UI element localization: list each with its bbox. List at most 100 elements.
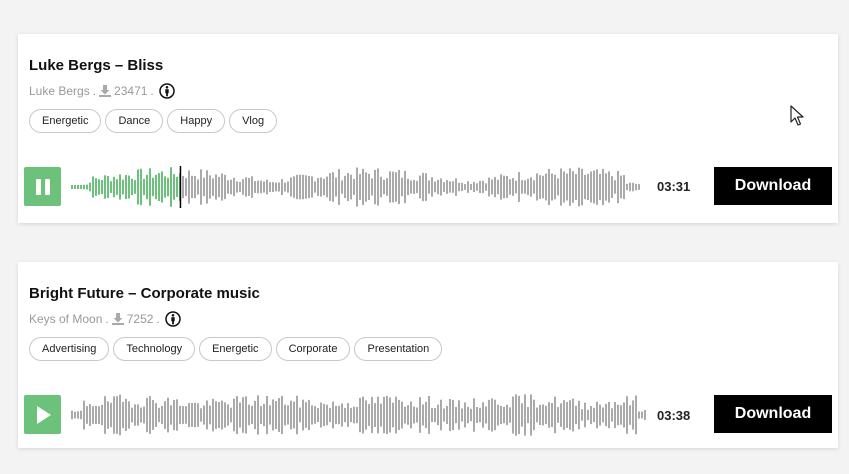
waveform-bar: [536, 173, 538, 201]
waveform-bar: [467, 406, 469, 424]
waveform-bar: [296, 174, 298, 200]
waveform-bar: [407, 178, 409, 196]
waveform-bar: [530, 177, 532, 197]
waveform-bar: [263, 403, 265, 427]
waveform-bar: [416, 407, 418, 423]
waveform-bar: [122, 401, 124, 429]
waveform-bar: [542, 404, 544, 426]
waveform-bar: [191, 403, 193, 427]
waveform-bar: [401, 177, 403, 197]
waveform-bar: [377, 168, 379, 206]
waveform-bar: [518, 172, 520, 202]
waveform-bar: [605, 173, 607, 201]
waveform-bar: [212, 398, 214, 432]
waveform-bar: [215, 174, 217, 200]
waveform-bar: [506, 404, 508, 426]
waveform-bar: [209, 175, 211, 199]
tag-list: Energetic Dance Happy Vlog: [29, 109, 278, 133]
waveform-bar: [632, 182, 634, 192]
download-button[interactable]: Download: [714, 395, 832, 433]
waveform-bar: [233, 398, 235, 432]
waveform-bar: [107, 176, 109, 198]
waveform-bar: [626, 396, 628, 434]
waveform-bar: [611, 408, 613, 422]
waveform-bar: [377, 396, 379, 434]
waveform-bar: [275, 182, 277, 192]
tag-chip[interactable]: Vlog: [229, 109, 278, 133]
artist-name[interactable]: Keys of Moon: [29, 312, 102, 326]
waveform-bar: [353, 179, 355, 195]
waveform-bar: [365, 400, 367, 430]
waveform-bar: [311, 405, 313, 425]
tag-chip[interactable]: Energetic: [199, 337, 272, 361]
waveform-bar: [641, 411, 643, 419]
waveform-bar: [281, 395, 283, 435]
waveform-bar: [320, 402, 322, 428]
waveform-bar: [536, 407, 538, 423]
waveform-bar: [161, 405, 163, 425]
pause-button[interactable]: [24, 167, 61, 206]
waveform-bar: [380, 403, 382, 427]
waveform-bar: [626, 183, 628, 191]
tag-chip[interactable]: Corporate: [275, 337, 351, 361]
waveform-bar: [413, 180, 415, 194]
waveform-bar: [431, 407, 433, 423]
waveform-bar: [242, 397, 244, 433]
waveform-bar: [569, 168, 571, 206]
waveform-bar: [560, 403, 562, 427]
waveform-bar: [398, 399, 400, 430]
waveform-bar: [218, 176, 220, 198]
waveform[interactable]: [71, 165, 643, 209]
waveform-bar: [317, 408, 319, 422]
artist-name[interactable]: Luke Bergs: [29, 84, 90, 98]
tag-chip[interactable]: Technology: [113, 337, 196, 361]
waveform-bar: [482, 402, 484, 428]
waveform-bar: [419, 397, 421, 433]
tag-chip[interactable]: Advertising: [29, 337, 110, 361]
waveform-bar: [596, 169, 598, 205]
waveform-bar: [206, 400, 208, 430]
waveform-bar: [605, 403, 607, 427]
download-button[interactable]: Download: [714, 167, 832, 205]
waveform-bar: [155, 403, 157, 427]
license-info-icon[interactable]: [165, 311, 181, 327]
tag-chip[interactable]: Energetic: [29, 109, 102, 133]
waveform-bar: [332, 172, 334, 202]
waveform-bar: [305, 402, 307, 428]
tag-list: Advertising Technology Energetic Corpora…: [29, 337, 443, 361]
waveform-bar: [323, 178, 325, 196]
track-card: Luke Bergs – Bliss Luke Bergs . 23471 . …: [18, 34, 838, 223]
track-duration: 03:31: [657, 179, 691, 194]
waveform-bar: [113, 176, 115, 198]
waveform-bar: [314, 406, 316, 424]
waveform-bar: [443, 408, 445, 422]
play-button[interactable]: [24, 395, 61, 434]
waveform-bar: [362, 396, 364, 434]
waveform-bar: [569, 400, 571, 430]
license-info-icon[interactable]: [159, 83, 175, 99]
waveform-bar: [86, 184, 88, 190]
waveform-bar: [623, 175, 625, 200]
waveform-bar: [482, 180, 484, 194]
waveform-bar: [245, 396, 247, 434]
track-title[interactable]: Bright Future – Corporate music: [29, 285, 260, 302]
waveform-bar: [248, 178, 250, 196]
waveform-bar: [614, 402, 616, 429]
waveform-bar: [290, 177, 292, 197]
track-duration: 03:38: [657, 408, 691, 423]
download-count: 23471: [114, 84, 148, 98]
waveform[interactable]: [71, 393, 649, 437]
waveform-bar: [284, 182, 286, 192]
waveform-bar: [158, 407, 160, 423]
waveform-bar: [125, 175, 127, 200]
mouse-cursor-icon: [790, 105, 804, 126]
track-title[interactable]: Luke Bergs – Bliss: [29, 57, 163, 74]
waveform-bar: [284, 404, 286, 426]
waveform-bar: [350, 407, 352, 423]
waveform-bar: [98, 179, 100, 195]
waveform-bar: [581, 409, 583, 421]
tag-chip[interactable]: Dance: [105, 109, 164, 133]
track-card: Bright Future – Corporate music Keys of …: [18, 262, 838, 448]
tag-chip[interactable]: Presentation: [354, 337, 443, 361]
tag-chip[interactable]: Happy: [167, 109, 226, 133]
